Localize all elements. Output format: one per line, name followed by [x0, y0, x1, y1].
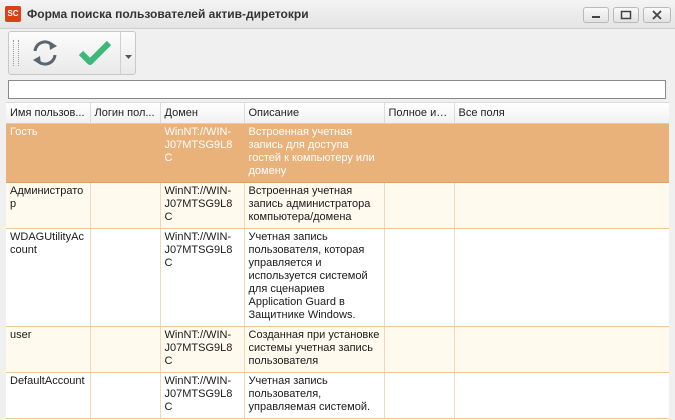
cell-full-name	[384, 182, 455, 229]
column-header-login[interactable]: Логин пол...	[90, 103, 161, 124]
toolbar	[8, 31, 136, 75]
cell-full-name	[384, 123, 455, 183]
table-row[interactable]: Гость WinNT://WIN-J07MTSG9L8C Встроенная…	[6, 123, 669, 183]
window-title: Форма поиска пользователей актив-диреток…	[27, 7, 309, 21]
cell-name: DefaultAccount	[6, 372, 91, 419]
cell-description: Учетная запись пользователя, управляемая…	[244, 372, 385, 419]
cell-name: Гость	[6, 123, 91, 183]
table-header-row: Имя пользов... Логин пол... Домен Описан…	[6, 103, 669, 124]
table-row[interactable]: Администратор WinNT://WIN-J07MTSG9L8C Вс…	[6, 182, 669, 229]
app-window: SC Форма поиска пользователей актив-дире…	[0, 0, 675, 420]
checkmark-icon	[78, 40, 112, 65]
confirm-button[interactable]	[77, 35, 113, 71]
cell-all-fields	[454, 228, 669, 327]
maximize-icon	[620, 10, 632, 20]
cell-full-name	[384, 326, 455, 373]
cell-domain: WinNT://WIN-J07MTSG9L8C	[160, 123, 245, 183]
cell-login	[90, 228, 161, 327]
cell-all-fields	[454, 372, 669, 419]
table-row[interactable]: user WinNT://WIN-J07MTSG9L8C Созданная п…	[6, 326, 669, 373]
cell-login	[90, 123, 161, 183]
minimize-button[interactable]	[583, 7, 609, 23]
cell-domain: WinNT://WIN-J07MTSG9L8C	[160, 326, 245, 373]
maximize-button[interactable]	[613, 7, 639, 23]
cell-all-fields	[454, 326, 669, 373]
search-input[interactable]	[8, 80, 666, 99]
cell-description: Встроенная учетная запись для доступа го…	[244, 123, 385, 183]
cell-all-fields	[454, 182, 669, 229]
table-row[interactable]: WDAGUtilityAccount WinNT://WIN-J07MTSG9L…	[6, 228, 669, 327]
toolbar-dropdown-button[interactable]	[120, 32, 136, 74]
toolbar-grip[interactable]	[13, 40, 19, 66]
table-row[interactable]: DefaultAccount WinNT://WIN-J07MTSG9L8C У…	[6, 372, 669, 419]
users-table: Имя пользов... Логин пол... Домен Описан…	[6, 102, 669, 420]
refresh-button[interactable]	[27, 35, 63, 71]
cell-login	[90, 182, 161, 229]
column-header-domain[interactable]: Домен	[160, 103, 245, 124]
cell-name: Администратор	[6, 182, 91, 229]
minimize-icon	[592, 16, 600, 18]
cell-domain: WinNT://WIN-J07MTSG9L8C	[160, 228, 245, 327]
close-icon	[652, 10, 662, 20]
column-header-all-fields[interactable]: Все поля	[454, 103, 669, 124]
app-logo-icon: SC	[5, 6, 21, 22]
title-bar[interactable]: SC Форма поиска пользователей актив-дире…	[0, 0, 675, 29]
cell-all-fields	[454, 123, 669, 183]
column-header-description[interactable]: Описание	[244, 103, 385, 124]
cell-description: Учетная запись пользователя, которая упр…	[244, 228, 385, 327]
refresh-icon	[33, 40, 57, 66]
column-header-full-name[interactable]: Полное имя	[384, 103, 455, 124]
cell-login	[90, 326, 161, 373]
close-button[interactable]	[643, 7, 671, 23]
cell-full-name	[384, 228, 455, 327]
cell-domain: WinNT://WIN-J07MTSG9L8C	[160, 182, 245, 229]
cell-name: WDAGUtilityAccount	[6, 228, 91, 327]
cell-description: Встроенная учетная запись администратора…	[244, 182, 385, 229]
cell-full-name	[384, 372, 455, 419]
cell-login	[90, 372, 161, 419]
cell-description: Созданная при установке системы учетная …	[244, 326, 385, 373]
cell-domain: WinNT://WIN-J07MTSG9L8C	[160, 372, 245, 419]
cell-name: user	[6, 326, 91, 373]
column-header-user-name[interactable]: Имя пользов...	[6, 103, 91, 124]
chevron-down-icon	[125, 55, 132, 59]
